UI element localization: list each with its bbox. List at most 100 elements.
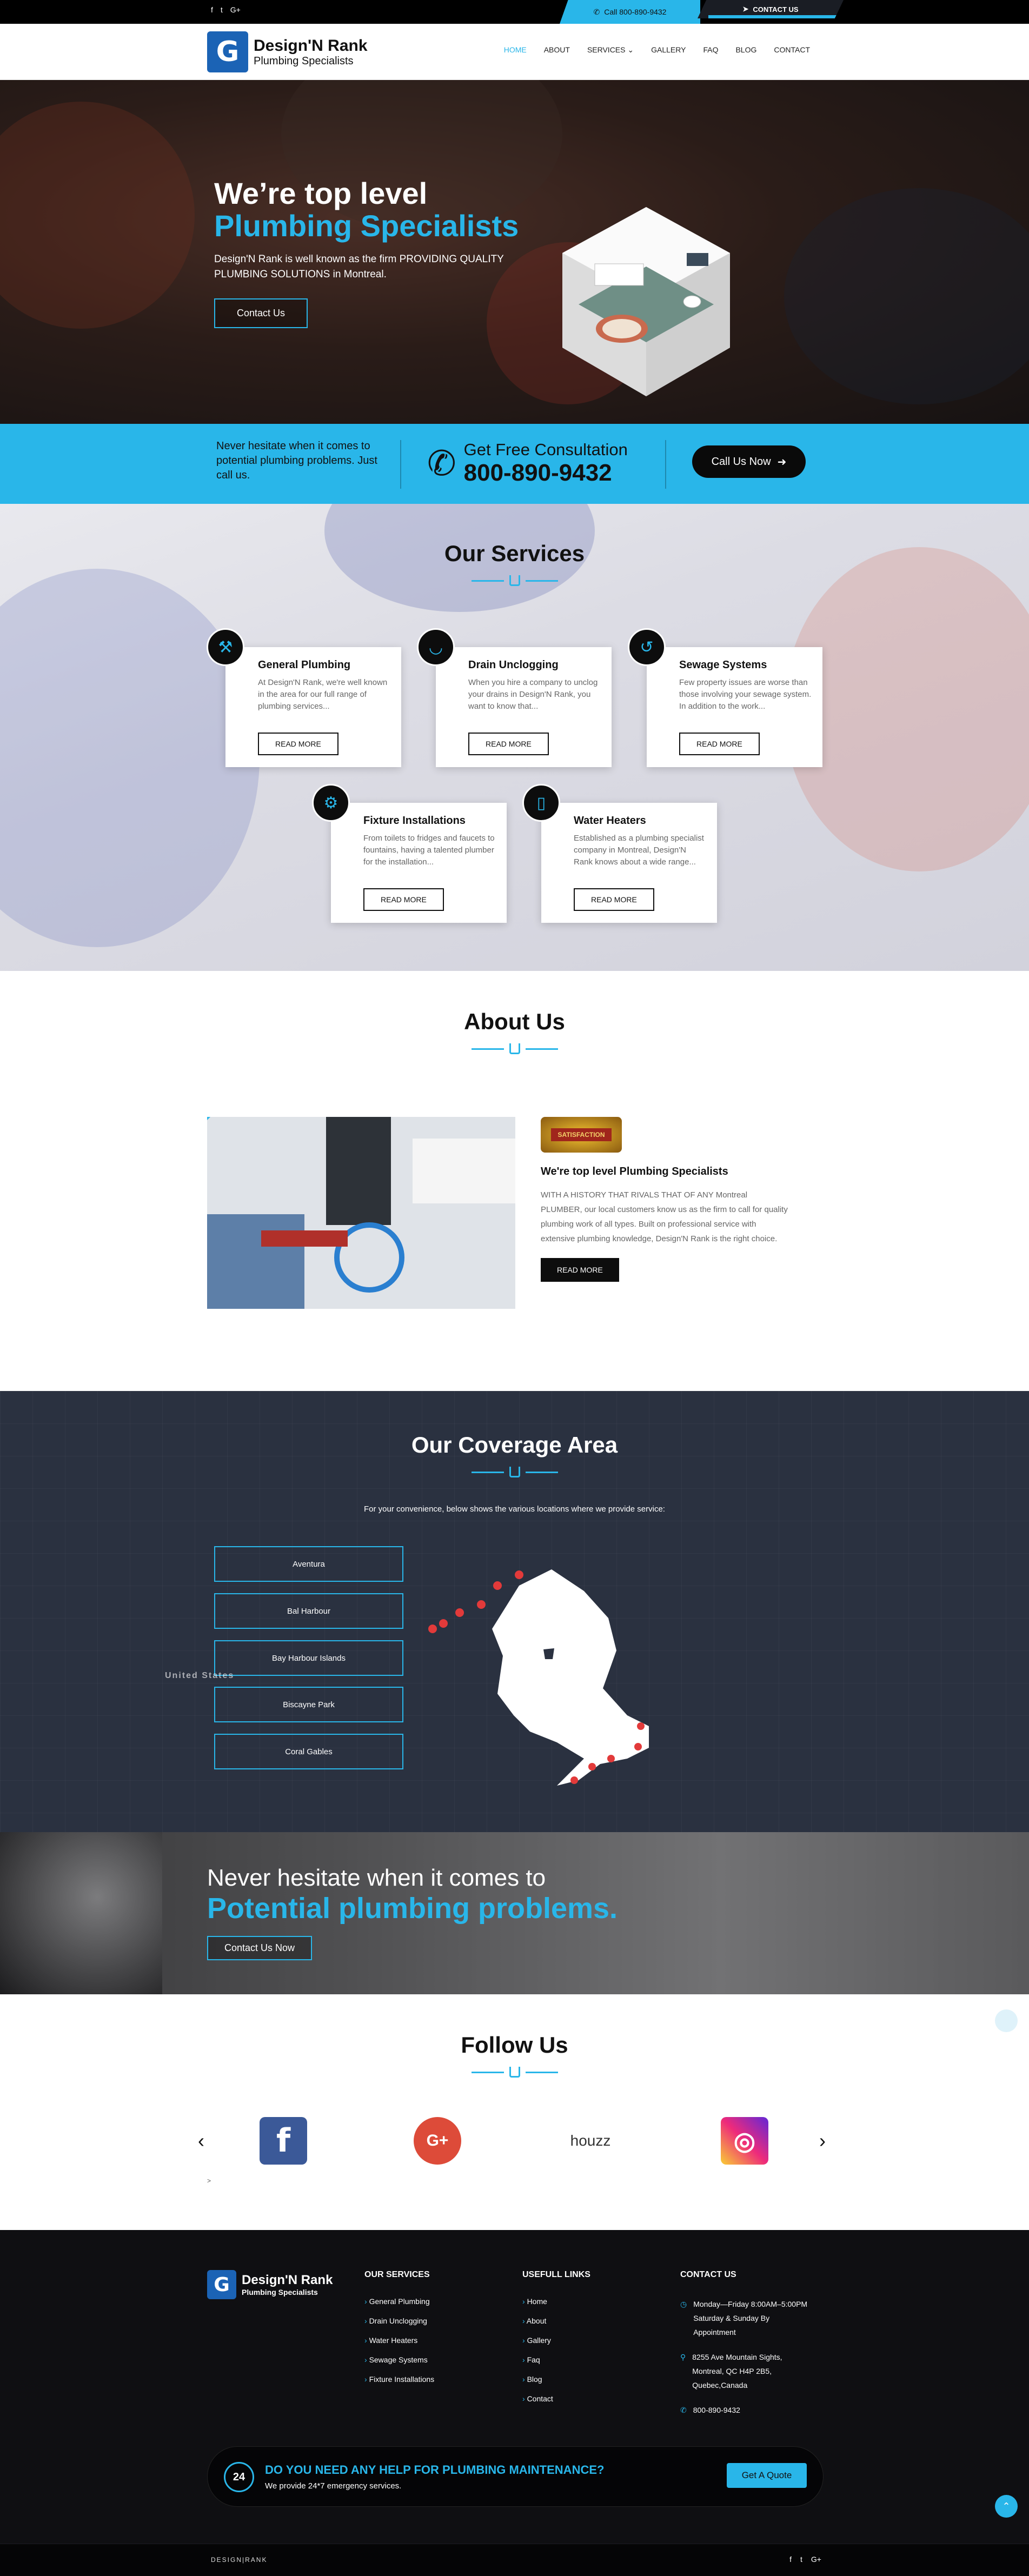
read-more-button[interactable]: READ MORE	[468, 733, 549, 755]
call-button-label: Call Us Now	[711, 455, 771, 468]
paper-plane-icon: ➤	[742, 5, 749, 13]
location-coral-gables[interactable]: Coral Gables	[214, 1734, 403, 1769]
pipe-icon	[509, 575, 520, 586]
hero-contact-button[interactable]: Contact Us	[214, 298, 308, 328]
footer-link-gallery[interactable]: Gallery	[522, 2336, 590, 2345]
carousel-small-arrow[interactable]: >	[207, 2177, 211, 2185]
read-more-button[interactable]: READ MORE	[574, 888, 654, 911]
services-bg-shape	[0, 569, 260, 947]
footer-link-contact[interactable]: Contact	[522, 2394, 590, 2403]
nav-faq[interactable]: FAQ	[703, 45, 718, 55]
google-plus-logo[interactable]: G+	[414, 2117, 461, 2165]
hero-bg-shape	[0, 102, 195, 329]
service-text: At Design'N Rank, we're well known in th…	[258, 678, 388, 711]
main-nav: HOME ABOUT SERVICES ⌄ GALLERY FAQ BLOG C…	[504, 45, 810, 55]
twitter-icon[interactable]: t	[221, 5, 223, 14]
services-section: Our Services ⚒ General Plumbing At Desig…	[0, 504, 1029, 971]
top-social-icons: f t G+	[211, 5, 241, 14]
consultation-strip: Never hesitate when it comes to potentia…	[0, 424, 1029, 504]
top-phone-link[interactable]: ✆ Call 800-890-9432	[560, 0, 700, 24]
footer-service-link[interactable]: General Plumbing	[364, 2297, 434, 2306]
footer-link-about[interactable]: About	[522, 2317, 590, 2325]
service-card-drain-unclogging: ◡ Drain Unclogging When you hire a compa…	[417, 628, 612, 767]
carousel-next-button[interactable]: ›	[819, 2129, 826, 2152]
location-biscayne-park[interactable]: Biscayne Park	[214, 1687, 403, 1722]
map-pin-icon: ⚲	[680, 2353, 686, 2361]
nav-contact[interactable]: CONTACT	[774, 45, 810, 55]
footer-link-blog[interactable]: Blog	[522, 2375, 590, 2384]
service-text: When you hire a company to unclog your d…	[468, 678, 598, 711]
facebook-logo[interactable]: f	[260, 2117, 307, 2165]
wrench-icon: ⚒	[207, 628, 244, 666]
location-bay-harbour-islands[interactable]: Bay Harbour Islands	[214, 1640, 403, 1676]
top-phone-text: Call 800-890-9432	[604, 8, 667, 16]
twitter-icon[interactable]: t	[800, 2555, 802, 2564]
about-read-more-button[interactable]: READ MORE	[541, 1258, 619, 1282]
top-contact-button[interactable]: ➤ CONTACT US	[698, 0, 844, 18]
houzz-logo[interactable]: houzz	[567, 2117, 614, 2165]
logo-title: Design'N Rank	[254, 36, 368, 55]
footer-phone[interactable]: ✆ 800-890-9432	[680, 2403, 810, 2417]
nav-blog[interactable]: BLOG	[735, 45, 756, 55]
cta-left-text: Never hesitate when it comes to potentia…	[216, 440, 377, 481]
services-title: Our Services	[444, 541, 585, 566]
copyright-brand: DESIGN|RANK	[211, 2556, 268, 2564]
google-plus-icon[interactable]: G+	[230, 5, 241, 14]
nav-about[interactable]: ABOUT	[544, 45, 570, 55]
follow-section: Follow Us ‹ f G+ houzz ◎ › >	[0, 1994, 1029, 2230]
copyright-bar: DESIGN|RANK f t G+	[0, 2544, 1029, 2576]
google-plus-icon[interactable]: G+	[811, 2555, 821, 2564]
24-hour-icon: 24	[224, 2462, 254, 2492]
service-text: Few property issues are worse than those…	[679, 678, 812, 711]
instagram-logo[interactable]: ◎	[721, 2117, 768, 2165]
carousel-prev-button[interactable]: ‹	[198, 2129, 204, 2152]
help-callout: 24 DO YOU NEED ANY HELP FOR PLUMBING MAI…	[207, 2446, 824, 2507]
location-bal-harbour[interactable]: Bal Harbour	[214, 1593, 403, 1629]
footer-service-link[interactable]: Sewage Systems	[364, 2355, 434, 2364]
nav-gallery[interactable]: GALLERY	[651, 45, 686, 55]
top-contact-label: CONTACT US	[753, 5, 799, 14]
service-title: Sewage Systems	[679, 659, 767, 671]
nav-home[interactable]: HOME	[504, 45, 527, 55]
water-heater-icon: ▯	[522, 784, 560, 822]
facebook-icon[interactable]: f	[211, 5, 213, 14]
read-more-button[interactable]: READ MORE	[679, 733, 760, 755]
title-decoration	[0, 2067, 1029, 2078]
arrow-right-icon: ➜	[777, 456, 787, 468]
facebook-icon[interactable]: f	[789, 2555, 792, 2564]
hero-heading-line1: We’re top level	[214, 176, 428, 210]
footer-service-link[interactable]: Water Heaters	[364, 2336, 434, 2345]
footer-logo-title: Design'N Rank	[242, 2273, 333, 2287]
footer-link-faq[interactable]: Faq	[522, 2355, 590, 2364]
site-logo[interactable]: G Design'N Rank Plumbing Specialists	[207, 31, 368, 72]
pipe-icon: ↺	[628, 628, 666, 666]
copyright-social-icons: f t G+	[789, 2555, 821, 2564]
bathroom-illustration	[562, 207, 730, 396]
footer-link-home[interactable]: Home	[522, 2297, 590, 2306]
footer-service-link[interactable]: Drain Unclogging	[364, 2317, 434, 2325]
footer-logo[interactable]: G Design'N Rank Plumbing Specialists	[207, 2270, 333, 2299]
about-content: SATISFACTION We're top level Plumbing Sp…	[541, 1117, 789, 1282]
get-a-quote-button[interactable]: Get A Quote	[727, 2463, 807, 2488]
footer-logo-subtitle: Plumbing Specialists	[242, 2288, 318, 2297]
clock-icon: ◷	[680, 2300, 687, 2308]
footer-links-column: USEFULL LINKS Home About Gallery Faq Blo…	[522, 2270, 590, 2414]
banner-contact-button[interactable]: Contact Us Now	[207, 1936, 313, 1960]
chat-bubble-icon[interactable]	[995, 2009, 1018, 2032]
read-more-button[interactable]: READ MORE	[363, 888, 444, 911]
nav-services[interactable]: SERVICES ⌄	[587, 45, 634, 55]
map-country-label: United States	[165, 1671, 235, 1680]
footer-service-link[interactable]: Fixture Installations	[364, 2375, 435, 2384]
call-us-now-button[interactable]: Call Us Now ➜	[692, 445, 806, 478]
service-title: Water Heaters	[574, 815, 646, 827]
hero-bg-shape	[784, 188, 1029, 404]
back-to-top-button[interactable]: ⌃	[995, 2495, 1018, 2518]
help-title: DO YOU NEED ANY HELP FOR PLUMBING MAINTE…	[265, 2463, 605, 2477]
about-section: About Us SATISFACTION We're top level Pl…	[0, 971, 1029, 1391]
read-more-button[interactable]: READ MORE	[258, 733, 338, 755]
service-title: Drain Unclogging	[468, 659, 559, 671]
pipe-icon	[509, 2067, 520, 2078]
service-card-fixture-installations: ⚙ Fixture Installations From toilets to …	[312, 784, 507, 923]
cta-phone-number[interactable]: 800-890-9432	[464, 460, 628, 487]
location-aventura[interactable]: Aventura	[214, 1546, 403, 1582]
